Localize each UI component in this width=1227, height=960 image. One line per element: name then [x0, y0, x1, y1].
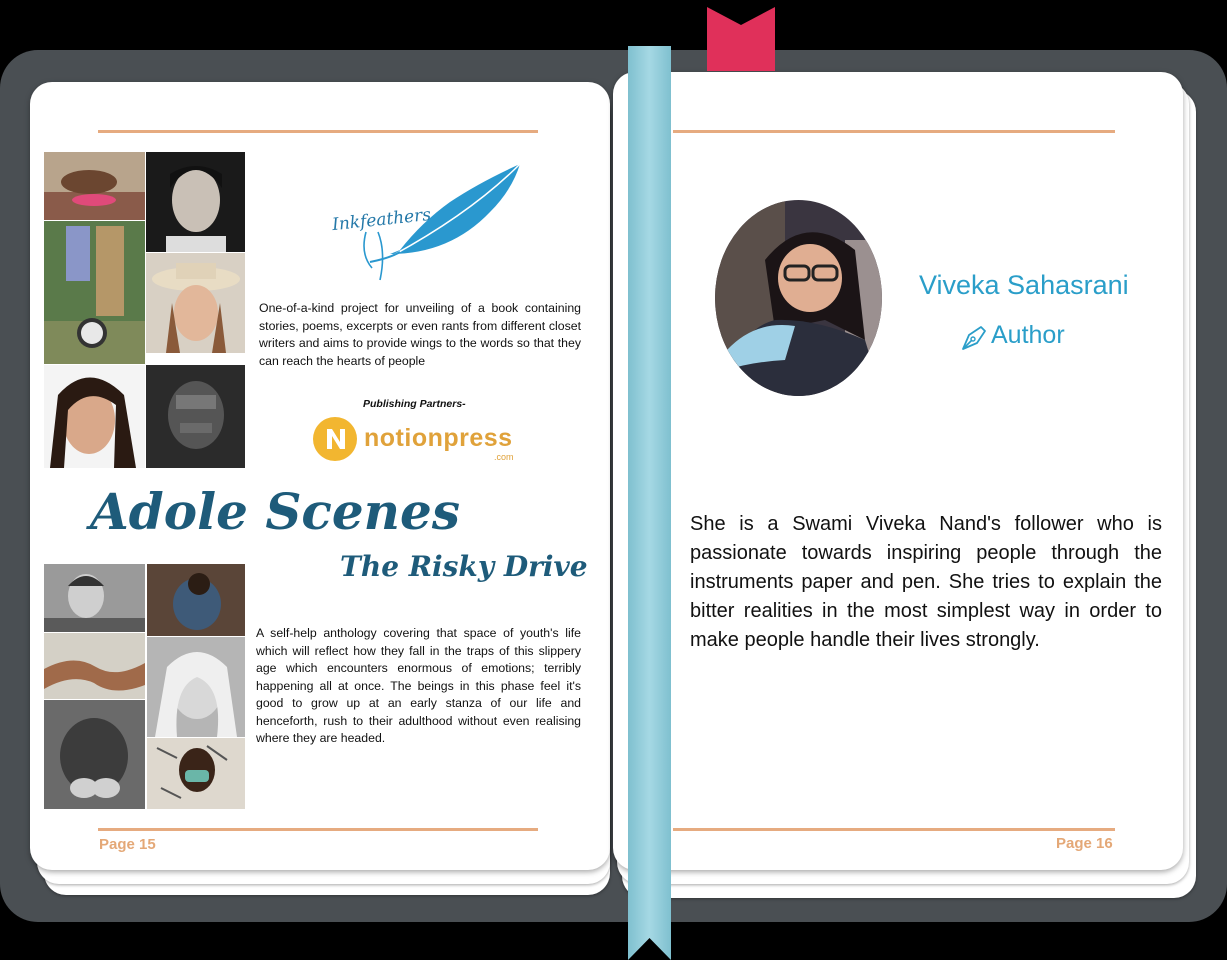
publisher-domain: .com	[494, 452, 514, 462]
top-rule	[98, 130, 538, 133]
author-name: Viveka Sahasrani	[919, 270, 1129, 300]
notionpress-logo: notionpress .com	[312, 416, 532, 464]
book-title: Adole Scenes	[90, 482, 460, 541]
photo-sitting-person	[44, 700, 145, 809]
photo-sad-girl	[147, 564, 245, 636]
page-number-right: Page 16	[1056, 835, 1113, 852]
photo-handshake	[44, 633, 145, 699]
photo-girl-lying	[44, 152, 145, 220]
photo-young-man	[146, 152, 245, 252]
photo-woman-portrait	[44, 365, 145, 468]
photo-boy-smiling	[44, 564, 145, 632]
bottom-rule	[98, 828, 538, 831]
book-description: A self-help anthology covering that spac…	[256, 626, 581, 745]
page-number-left: Page 15	[99, 836, 156, 853]
bookmark-ribbon	[628, 46, 671, 960]
publisher-name: notionpress	[364, 424, 513, 452]
publishing-label: Publishing Partners-	[363, 398, 466, 410]
photo-hands-face	[146, 365, 245, 468]
bottom-rule	[673, 828, 1115, 831]
book-subtitle: The Risky Drive	[340, 550, 588, 583]
photo-girl-mask	[147, 738, 245, 809]
bookmark-tab	[707, 7, 775, 71]
photo-blonde-girl	[147, 637, 245, 737]
photo-couple-clock	[44, 221, 145, 364]
intro-text: One-of-a-kind project for unveiling of a…	[259, 301, 581, 368]
photo-girl-hat	[146, 253, 245, 353]
top-rule	[673, 130, 1115, 133]
pen-nib-icon	[962, 326, 986, 350]
right-page: Viveka Sahasrani Author She is a Swami V…	[613, 72, 1183, 870]
inkfeathers-logo: Inkfeathers	[330, 162, 530, 282]
n-circle-logo-icon	[313, 417, 357, 461]
author-photo	[715, 200, 882, 396]
left-page: Inkfeathers One-of-a-kind project for un…	[30, 82, 610, 870]
author-role: Author	[991, 321, 1065, 349]
author-bio: She is a Swami Viveka Nand's follower wh…	[690, 513, 1162, 651]
